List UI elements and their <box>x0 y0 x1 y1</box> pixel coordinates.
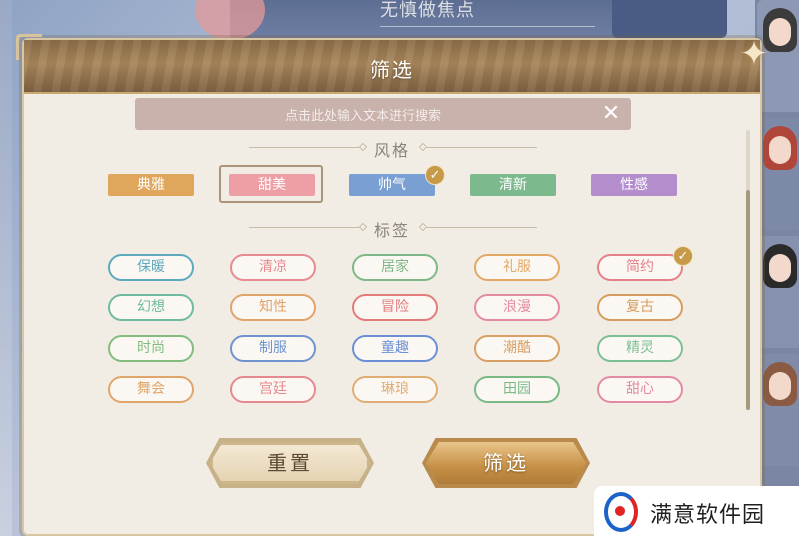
tag-pill[interactable]: 田园 <box>474 376 560 403</box>
tag-section-title: 标签 <box>373 221 410 240</box>
watermark-logo-dot <box>615 506 625 516</box>
tag-section-header: 标签 <box>24 216 760 240</box>
background-edge <box>0 0 12 536</box>
scrollbar-thumb[interactable] <box>746 190 750 410</box>
style-chip[interactable]: 甜美 <box>229 174 315 196</box>
tag-pill[interactable]: 冒险 <box>352 294 438 321</box>
background-title-underline <box>380 26 595 27</box>
filter-dialog: 筛选 ✦ 点击此处输入文本进行搜索 ✕ 风格 典雅 甜美 帅气 ✓ 清新 性感 标签 保暖… <box>16 34 768 536</box>
star-ornament-icon: ✦ <box>739 34 769 74</box>
tag-pill[interactable]: 精灵 <box>597 335 683 362</box>
tag-pill[interactable]: 潮酷 <box>474 335 560 362</box>
character-card[interactable] <box>757 118 799 230</box>
tag-pill[interactable]: 居家 <box>352 254 438 281</box>
dialog-header: 筛选 <box>24 40 760 94</box>
close-icon[interactable]: ✕ <box>597 100 625 128</box>
tag-pill[interactable]: 甜心 <box>597 376 683 403</box>
tag-pill[interactable]: 童趣 <box>352 335 438 362</box>
watermark: 满意软件园 <box>594 486 799 536</box>
tag-pill[interactable]: 礼服 <box>474 254 560 281</box>
tag-pill[interactable]: 知性 <box>230 294 316 321</box>
character-card[interactable] <box>757 354 799 466</box>
diamond-icon <box>358 142 368 152</box>
character-portrait-face <box>769 136 791 164</box>
character-portrait-face <box>769 372 791 400</box>
style-chip[interactable]: 性感 <box>591 174 677 196</box>
search-input[interactable]: 点击此处输入文本进行搜索 ✕ <box>135 98 631 130</box>
character-portrait-face <box>769 254 791 282</box>
diamond-icon <box>358 222 368 232</box>
check-icon: ✓ <box>673 246 693 266</box>
tag-pill[interactable]: 复古 <box>597 294 683 321</box>
tag-pill[interactable]: 琳琅 <box>352 376 438 403</box>
style-chip[interactable]: 清新 <box>470 174 556 196</box>
background-card <box>612 0 727 38</box>
style-chip[interactable]: 帅气 <box>349 174 435 196</box>
divider <box>427 147 537 148</box>
tag-pill[interactable]: 简约 <box>597 254 683 281</box>
background-title: 无慎做焦点 <box>380 0 475 21</box>
check-icon: ✓ <box>425 165 445 185</box>
style-chip[interactable]: 典雅 <box>108 174 194 196</box>
character-card[interactable] <box>757 236 799 348</box>
tag-pill[interactable]: 宫廷 <box>230 376 316 403</box>
filter-button[interactable]: 筛选 <box>426 442 586 484</box>
diamond-icon <box>418 142 428 152</box>
watermark-text: 满意软件园 <box>650 503 766 528</box>
tag-pill[interactable]: 制服 <box>230 335 316 362</box>
reset-button[interactable]: 重置 <box>210 442 370 484</box>
divider <box>249 227 359 228</box>
diamond-icon <box>418 222 428 232</box>
search-placeholder: 点击此处输入文本进行搜索 <box>284 109 441 124</box>
tag-pill[interactable]: 时尚 <box>108 335 194 362</box>
tag-pill[interactable]: 浪漫 <box>474 294 560 321</box>
tag-pill[interactable]: 清凉 <box>230 254 316 281</box>
divider <box>249 147 359 148</box>
tag-pill[interactable]: 幻想 <box>108 294 194 321</box>
style-section-title: 风格 <box>373 141 410 160</box>
tag-pill[interactable]: 保暖 <box>108 254 194 281</box>
tag-pill[interactable]: 舞会 <box>108 376 194 403</box>
dialog-title: 筛选 <box>370 58 414 82</box>
divider <box>427 227 537 228</box>
style-section-header: 风格 <box>24 136 760 160</box>
corner-ornament-left <box>16 34 42 60</box>
